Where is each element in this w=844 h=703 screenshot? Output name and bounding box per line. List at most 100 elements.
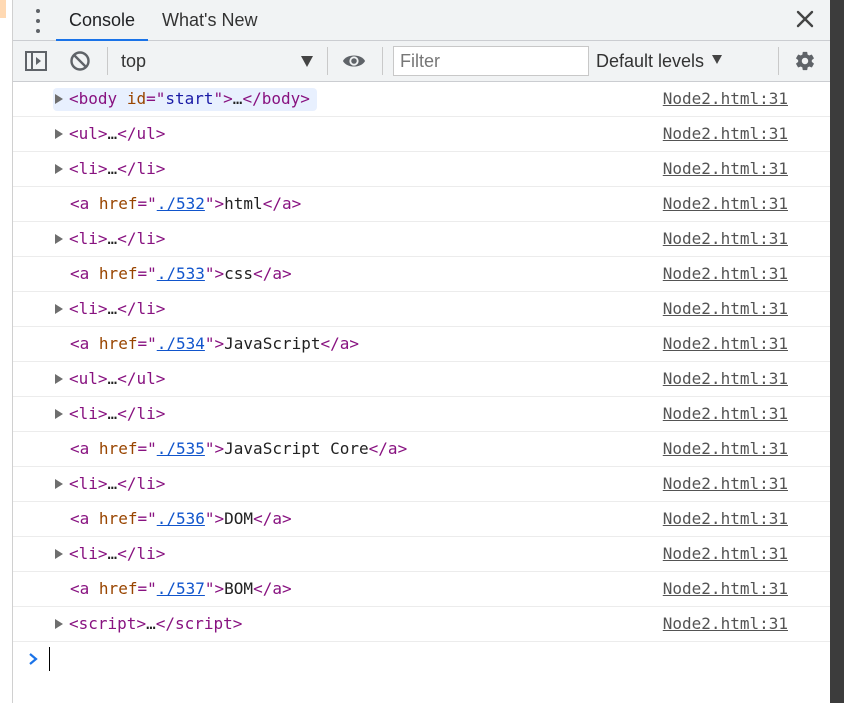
attribute-name: href <box>98 439 138 458</box>
console-message-row: <ul>…</ul> Node2.html:31 <box>13 362 830 397</box>
context-selector[interactable]: top <box>121 50 313 72</box>
close-icon[interactable] <box>794 8 816 30</box>
log-levels-dropdown[interactable]: Default levels <box>596 50 723 72</box>
dom-node[interactable]: <body id="start">…</body> <box>69 89 310 108</box>
window-edge <box>829 0 844 703</box>
attribute-name: href <box>98 334 138 353</box>
dom-node[interactable]: <a href="./535">JavaScript Core</a> <box>70 439 407 458</box>
dom-node[interactable]: <ul>…</ul> <box>69 124 165 143</box>
source-link[interactable]: Node2.html:31 <box>663 432 788 466</box>
source-link[interactable]: Node2.html:31 <box>663 467 788 501</box>
dom-node[interactable]: <script>…</script> <box>69 614 242 633</box>
collapsed-ellipsis: … <box>107 229 118 248</box>
collapsed-ellipsis: … <box>107 474 118 493</box>
dom-node[interactable]: <li>…</li> <box>69 159 165 178</box>
dom-node[interactable]: <li>…</li> <box>69 229 165 248</box>
closing-tag-name: ul <box>136 124 156 143</box>
link-text: JavaScript <box>224 334 321 353</box>
page-edge-accent <box>0 0 6 18</box>
closing-tag-name: a <box>272 509 282 528</box>
context-selector-value: top <box>121 51 147 71</box>
console-message-row: <li>…</li> Node2.html:31 <box>13 397 830 432</box>
tag-name: a <box>79 264 90 283</box>
tag-name: body <box>78 89 118 108</box>
attribute-value: start <box>165 89 214 108</box>
source-link[interactable]: Node2.html:31 <box>663 502 788 536</box>
collapsed-ellipsis: … <box>107 369 118 388</box>
collapsed-ellipsis: … <box>107 544 118 563</box>
link-text: css <box>224 264 254 283</box>
dom-node[interactable]: <li>…</li> <box>69 299 165 318</box>
tag-name: a <box>79 439 90 458</box>
href-link[interactable]: ./536 <box>157 509 205 528</box>
tag-name: a <box>79 334 90 353</box>
href-link[interactable]: ./534 <box>157 334 205 353</box>
closing-tag-name: li <box>136 474 156 493</box>
dom-node[interactable]: <a href="./533">css</a> <box>70 264 292 283</box>
toolbar-divider <box>382 47 383 75</box>
source-link[interactable]: Node2.html:31 <box>663 362 788 396</box>
devtools-panel: Console What's New top Defaul <box>13 0 830 703</box>
link-text: BOM <box>224 579 254 598</box>
dom-node[interactable]: <a href="./536">DOM</a> <box>70 509 292 528</box>
eye-icon[interactable] <box>342 50 366 72</box>
dom-node[interactable]: <li>…</li> <box>69 544 165 563</box>
dom-node[interactable]: <a href="./532">html</a> <box>70 194 301 213</box>
href-link[interactable]: ./532 <box>157 194 205 213</box>
attribute-name: id <box>126 89 147 108</box>
dom-node[interactable]: <li>…</li> <box>69 474 165 493</box>
source-link[interactable]: Node2.html:31 <box>663 257 788 291</box>
toolbar-divider <box>778 47 779 75</box>
sidebar-toggle-icon[interactable] <box>24 50 48 72</box>
href-link[interactable]: ./537 <box>157 579 205 598</box>
filter-input[interactable] <box>393 46 589 76</box>
source-link[interactable]: Node2.html:31 <box>663 607 788 641</box>
source-link[interactable]: Node2.html:31 <box>663 187 788 221</box>
clear-console-icon[interactable] <box>68 50 92 72</box>
chevron-right-icon <box>29 653 38 665</box>
dom-node[interactable]: <a href="./534">JavaScript</a> <box>70 334 359 353</box>
collapsed-ellipsis: … <box>107 299 118 318</box>
console-message-row: <li>…</li> Node2.html:31 <box>13 467 830 502</box>
console-message-row: <li>…</li> Node2.html:31 <box>13 222 830 257</box>
attribute-name: href <box>98 264 138 283</box>
dom-node[interactable]: <a href="./537">BOM</a> <box>70 579 292 598</box>
source-link[interactable]: Node2.html:31 <box>663 397 788 431</box>
tag-name: li <box>78 474 98 493</box>
gear-icon[interactable] <box>793 50 817 72</box>
attribute-name: href <box>98 579 138 598</box>
source-link[interactable]: Node2.html:31 <box>663 327 788 361</box>
closing-tag-name: a <box>281 194 292 213</box>
console-message-row: <script>…</script> Node2.html:31 <box>13 607 830 642</box>
tag-name: li <box>78 544 98 563</box>
console-message-row: <li>…</li> Node2.html:31 <box>13 537 830 572</box>
chevron-down-icon <box>301 56 313 67</box>
console-toolbar: top Default levels <box>13 41 830 82</box>
dom-node[interactable]: <ul>…</ul> <box>69 369 165 388</box>
href-link[interactable]: ./535 <box>157 439 205 458</box>
dom-node[interactable]: <li>…</li> <box>69 404 165 423</box>
source-link[interactable]: Node2.html:31 <box>663 82 788 116</box>
console-prompt[interactable] <box>13 642 830 676</box>
closing-tag-name: a <box>387 439 398 458</box>
console-message-row: <a href="./533">css</a> Node2.html:31 <box>13 257 830 292</box>
source-link[interactable]: Node2.html:31 <box>663 537 788 571</box>
log-levels-label: Default levels <box>596 51 705 71</box>
console-messages: <body id="start">…</body> Node2.html:31 <u… <box>13 82 830 642</box>
console-message-row: <a href="./534">JavaScript</a> Node2.html… <box>13 327 830 362</box>
source-link[interactable]: Node2.html:31 <box>663 222 788 256</box>
source-link[interactable]: Node2.html:31 <box>663 117 788 151</box>
collapsed-ellipsis: … <box>107 124 118 143</box>
source-link[interactable]: Node2.html:31 <box>663 152 788 186</box>
tab-console[interactable]: Console <box>55 0 149 41</box>
console-message-row: <ul>…</ul> Node2.html:31 <box>13 117 830 152</box>
href-link[interactable]: ./533 <box>157 264 205 283</box>
console-message-row: <a href="./535">JavaScript Core</a> Node2… <box>13 432 830 467</box>
source-link[interactable]: Node2.html:31 <box>663 292 788 326</box>
closing-tag-name: a <box>272 264 282 283</box>
source-link[interactable]: Node2.html:31 <box>663 572 788 606</box>
tab-whats-new[interactable]: What's New <box>162 0 257 40</box>
toolbar-divider <box>327 47 328 75</box>
kebab-menu-icon[interactable] <box>29 9 47 33</box>
console-message-row: <li>…</li> Node2.html:31 <box>13 152 830 187</box>
